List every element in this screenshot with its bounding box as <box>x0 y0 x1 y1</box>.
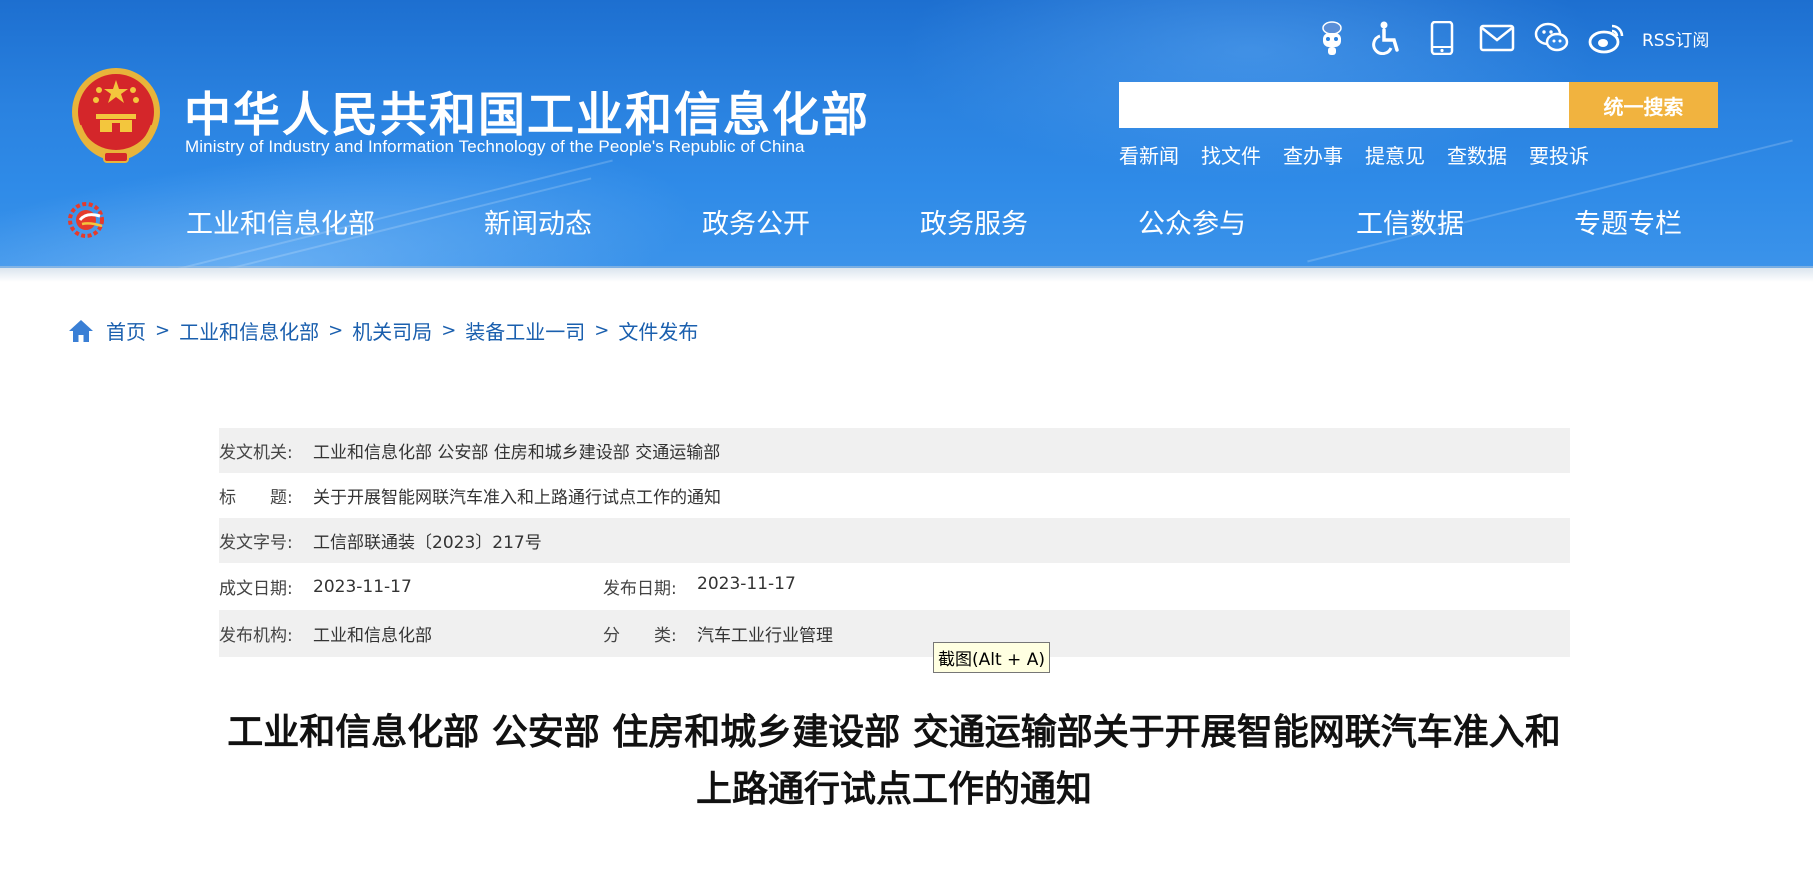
document-title-line-1: 工业和信息化部 公安部 住房和城乡建设部 交通运输部关于开展智能网联汽车准入和 <box>227 712 1561 753</box>
quick-links: 看新闻 找文件 查办事 提意见 查数据 要投诉 <box>1119 140 1611 169</box>
accessibility-icon[interactable] <box>1365 18 1409 58</box>
breadcrumb-departments[interactable]: 机关司局 <box>352 316 432 345</box>
nav-item-participation[interactable]: 公众参与 <box>1138 202 1246 241</box>
mail-icon[interactable] <box>1475 18 1519 58</box>
doc-number-value: 工信部联通装〔2023〕217号 <box>313 533 542 553</box>
info-row-publisher: 发布机构: 工业和信息化部 分 类: 汽车工业行业管理 <box>219 610 1570 657</box>
publish-date-value: 2023-11-17 <box>697 574 796 594</box>
home-icon[interactable] <box>68 319 94 343</box>
nav-item-topics[interactable]: 专题专栏 <box>1574 202 1682 241</box>
quick-link-files[interactable]: 找文件 <box>1201 140 1261 169</box>
document-title-line-2: 上路通行试点工作的通知 <box>695 769 1092 810</box>
title-label: 标 题: <box>219 488 293 508</box>
breadcrumb: 首页 > 工业和信息化部 > 机关司局 > 装备工业一司 > 文件发布 <box>68 316 698 345</box>
robot-icon[interactable] <box>1310 18 1354 58</box>
search-input[interactable] <box>1119 82 1569 128</box>
weibo-icon[interactable] <box>1585 18 1629 58</box>
ministry-logo-icon[interactable] <box>66 200 110 240</box>
info-row-title: 标 题: 关于开展智能网联汽车准入和上路通行试点工作的通知 <box>219 473 1570 518</box>
quick-link-news[interactable]: 看新闻 <box>1119 140 1179 169</box>
site-header: 中华人民共和国工业和信息化部 Ministry of Industry and … <box>0 0 1813 268</box>
quick-link-data[interactable]: 查数据 <box>1447 140 1507 169</box>
nav-item-government-affairs[interactable]: 政务公开 <box>702 202 810 241</box>
issuer-value: 工业和信息化部 公安部 住房和城乡建设部 交通运输部 <box>313 443 721 463</box>
publisher-value: 工业和信息化部 <box>313 626 432 646</box>
publish-date-label: 发布日期: <box>603 579 677 599</box>
written-date-label: 成文日期: <box>219 579 293 599</box>
mobile-icon[interactable] <box>1420 18 1464 58</box>
quick-link-services[interactable]: 查办事 <box>1283 140 1343 169</box>
nav-item-ministry[interactable]: 工业和信息化部 <box>186 202 375 241</box>
title-value: 关于开展智能网联汽车准入和上路通行试点工作的通知 <box>313 488 721 508</box>
publisher-label: 发布机构: <box>219 626 293 646</box>
site-subtitle: Ministry of Industry and Information Tec… <box>185 137 805 156</box>
wechat-icon[interactable] <box>1530 18 1574 58</box>
category-label: 分 类: <box>603 626 677 646</box>
info-row-dates: 成文日期: 2023-11-17 发布日期: 2023-11-17 <box>219 563 1570 610</box>
national-emblem-logo[interactable] <box>68 66 164 166</box>
search-button[interactable]: 统一搜索 <box>1569 82 1718 128</box>
breadcrumb-file-release[interactable]: 文件发布 <box>618 316 698 345</box>
document-title: 工业和信息化部 公安部 住房和城乡建设部 交通运输部关于开展智能网联汽车准入和 … <box>200 704 1588 818</box>
category-value: 汽车工业行业管理 <box>697 626 833 646</box>
info-row-issuer: 发文机关: 工业和信息化部 公安部 住房和城乡建设部 交通运输部 <box>219 428 1570 473</box>
doc-number-label: 发文字号: <box>219 533 293 553</box>
nav-item-data[interactable]: 工信数据 <box>1356 202 1464 241</box>
breadcrumb-equipment-dept[interactable]: 装备工业一司 <box>465 316 585 345</box>
utility-icons: RSS订阅 <box>1310 18 1709 58</box>
written-date-value: 2023-11-17 <box>313 576 412 597</box>
breadcrumb-home[interactable]: 首页 <box>106 316 146 345</box>
info-row-doc-number: 发文字号: 工信部联通装〔2023〕217号 <box>219 518 1570 563</box>
rss-subscribe-link[interactable]: RSS订阅 <box>1642 26 1709 51</box>
nav-item-news[interactable]: 新闻动态 <box>484 202 592 241</box>
quick-link-feedback[interactable]: 提意见 <box>1365 140 1425 169</box>
main-nav: 工业和信息化部 新闻动态 政务公开 政务服务 公众参与 工信数据 专题专栏 <box>186 202 1682 241</box>
screenshot-tooltip: 截图(Alt + A) <box>933 642 1050 673</box>
document-info-table: 发文机关: 工业和信息化部 公安部 住房和城乡建设部 交通运输部 标 题: 关于… <box>219 428 1570 657</box>
nav-item-services[interactable]: 政务服务 <box>920 202 1028 241</box>
site-title: 中华人民共和国工业和信息化部 <box>184 88 870 143</box>
breadcrumb-ministry[interactable]: 工业和信息化部 <box>179 316 319 345</box>
quick-link-complaint[interactable]: 要投诉 <box>1529 140 1589 169</box>
issuer-label: 发文机关: <box>219 443 293 463</box>
